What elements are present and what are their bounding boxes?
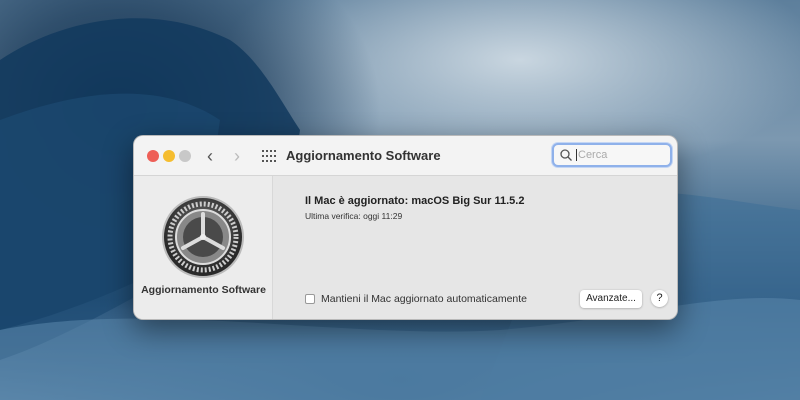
checkbox-box[interactable] — [305, 294, 315, 304]
title-bar: ‹ › Aggiornamento Software Cerca — [134, 136, 677, 176]
search-icon — [560, 149, 572, 161]
search-placeholder: Cerca — [576, 149, 608, 161]
main-panel: Il Mac è aggiornato: macOS Big Sur 11.5.… — [273, 176, 677, 319]
advanced-button[interactable]: Avanzate... — [580, 290, 642, 308]
back-icon[interactable]: ‹ — [207, 146, 213, 167]
software-update-gear-icon — [162, 196, 244, 278]
close-button[interactable] — [147, 150, 159, 162]
minimize-button[interactable] — [163, 150, 175, 162]
sidebar-label: Aggiornamento Software — [141, 284, 266, 296]
update-status: Il Mac è aggiornato: macOS Big Sur 11.5.… — [305, 195, 525, 207]
help-button[interactable]: ? — [651, 290, 668, 307]
preferences-window: ‹ › Aggiornamento Software Cerca Aggiorn… — [133, 135, 678, 320]
auto-update-label: Mantieni il Mac aggiornato automaticamen… — [321, 293, 528, 305]
forward-icon[interactable]: › — [234, 146, 240, 167]
last-check: Ultima verifica: oggi 11:29 — [305, 211, 403, 221]
grid-icon[interactable] — [262, 150, 276, 162]
zoom-button[interactable] — [179, 150, 191, 162]
auto-update-checkbox[interactable]: Mantieni il Mac aggiornato automaticamen… — [305, 293, 527, 305]
window-title: Aggiornamento Software — [286, 148, 441, 163]
sidebar: Aggiornamento Software — [134, 176, 273, 319]
search-input[interactable]: Cerca — [552, 143, 672, 167]
